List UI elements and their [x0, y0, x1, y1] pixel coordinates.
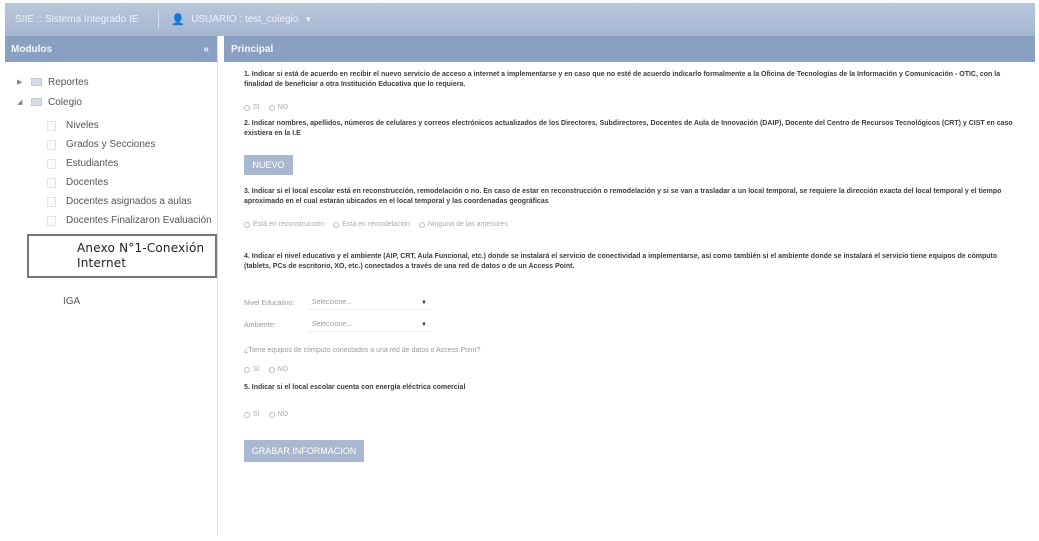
- sidebar-item-label: Estudiantes: [66, 158, 119, 169]
- dropdown-icon: ▼: [421, 321, 427, 328]
- page-icon: [47, 139, 56, 150]
- dropdown-icon: ▼: [421, 299, 427, 306]
- user-icon: 👤: [171, 14, 186, 26]
- radio-no[interactable]: [268, 104, 275, 111]
- radio-si[interactable]: [244, 104, 250, 111]
- radio-label: Está en reconstrucción: [253, 221, 325, 228]
- chevron-down-icon[interactable]: ◢: [17, 98, 27, 106]
- sidebar-item-label: Docentes Finalizaron Evaluación: [66, 215, 212, 226]
- main-header: Principal: [224, 36, 1035, 62]
- nuevo-button[interactable]: NUEVO: [244, 155, 293, 175]
- page-icon: [47, 158, 56, 169]
- sidebar: Modulos « ▶ Reportes ◢ Colegio Niveles G…: [5, 36, 218, 536]
- app-title[interactable]: SIIE :: Sistema Integrado IE: [15, 14, 138, 25]
- form-content: 1. Indicar si está de acuerdo en recibir…: [224, 62, 1035, 462]
- radio-label: NO: [277, 411, 289, 418]
- sidebar-item-estudiantes[interactable]: Estudiantes: [5, 154, 217, 173]
- ambiente-value: Seleccione...: [312, 321, 353, 328]
- chevron-right-icon[interactable]: ▶: [17, 78, 27, 86]
- ambiente-row: Ambiente: Seleccione... ▼: [244, 316, 1021, 334]
- radio-no[interactable]: [268, 411, 275, 418]
- q3-radio-group: Está en reconstrucción Está en remodelac…: [244, 221, 1021, 228]
- sidebar-item-label: IGA: [63, 296, 81, 307]
- sidebar-item-grados[interactable]: Grados y Secciones: [5, 135, 217, 154]
- radio-si[interactable]: [244, 411, 250, 418]
- sidebar-item-docentes-aulas[interactable]: Docentes asignados a aulas: [5, 192, 217, 211]
- folder-icon: [31, 78, 42, 86]
- tree-node-label: Reportes: [48, 76, 89, 88]
- radio-label: Está en remodelación: [342, 221, 410, 228]
- page-icon: [47, 215, 56, 226]
- radio-ninguna[interactable]: [418, 221, 425, 228]
- chevron-down-icon[interactable]: ▼: [304, 15, 312, 24]
- sidebar-item-label: Niveles: [66, 120, 99, 131]
- radio-remodelacion[interactable]: [333, 221, 340, 228]
- question-3: 3. Indicar si el local escolar está en r…: [244, 188, 1002, 205]
- q4b-radio-group: SI NO: [244, 366, 1021, 373]
- page-icon: [47, 196, 56, 207]
- question-5: 5. Indicar si el local escolar cuenta co…: [244, 384, 466, 391]
- sidebar-item-docentes-evaluacion[interactable]: Docentes Finalizaron Evaluación: [5, 211, 217, 230]
- ambiente-select[interactable]: Seleccione... ▼: [308, 318, 431, 332]
- sidebar-item-label: Docentes: [66, 177, 109, 188]
- radio-label: NO: [277, 366, 289, 373]
- collapse-icon[interactable]: «: [203, 44, 209, 55]
- q5-radio-group: SI NO: [244, 411, 1021, 418]
- radio-label: SI: [253, 411, 260, 418]
- tree-node-label: Colegio: [48, 96, 82, 108]
- sidebar-item-label: Anexo N°1-Conexión Internet: [77, 241, 205, 270]
- radio-label: Ninguna de las anteriores: [427, 221, 508, 228]
- nivel-label: Nivel Educativo:: [244, 299, 295, 307]
- user-menu[interactable]: USUARIO : test_colegio: [191, 14, 298, 25]
- radio-si[interactable]: [244, 366, 250, 373]
- top-bar: SIIE :: Sistema Integrado IE 👤 USUARIO :…: [5, 3, 1035, 36]
- tree-node-reportes[interactable]: ▶ Reportes: [5, 72, 217, 92]
- question-4b: ¿Tiene equipos de cómputo conectados a u…: [244, 347, 481, 354]
- folder-icon: [31, 98, 42, 106]
- page-icon: [47, 177, 56, 188]
- sidebar-item-label: Docentes asignados a aulas: [66, 196, 192, 207]
- sidebar-header: Modulos «: [5, 36, 217, 62]
- nivel-select[interactable]: Seleccione... ▼: [308, 296, 431, 310]
- q4-fields: Nivel Educativo: Seleccione... ▼ Ambient…: [244, 294, 1021, 334]
- question-2: 2. Indicar nombres, apellidos, números d…: [244, 120, 1013, 137]
- radio-reconstruccion[interactable]: [244, 221, 250, 228]
- radio-label: SI: [253, 366, 260, 373]
- nivel-row: Nivel Educativo: Seleccione... ▼: [244, 294, 1021, 312]
- ambiente-label: Ambiente:: [244, 321, 276, 329]
- q1-radio-group: SI NO: [244, 104, 1021, 111]
- divider: [158, 10, 160, 29]
- question-4: 4. Indicar el nivel educativo y el ambie…: [244, 253, 998, 270]
- sidebar-item-niveles[interactable]: Niveles: [5, 116, 217, 135]
- sidebar-item-iga[interactable]: IGA: [5, 292, 217, 311]
- radio-label: SI: [253, 104, 260, 111]
- question-1: 1. Indicar si está de acuerdo en recibir…: [244, 71, 1001, 88]
- sidebar-item-anexo-conexion[interactable]: Anexo N°1-Conexión Internet: [27, 234, 217, 278]
- page-title: Principal: [231, 43, 274, 55]
- sidebar-item-label: Grados y Secciones: [66, 139, 156, 150]
- save-button[interactable]: GRABAR INFORMACION: [244, 440, 364, 462]
- radio-label: NO: [277, 104, 289, 111]
- main-panel: Principal 1. Indicar si está de acuerdo …: [224, 36, 1035, 536]
- sidebar-title: Modulos: [11, 43, 53, 55]
- module-tree: ▶ Reportes ◢ Colegio Niveles Grados y Se…: [5, 62, 217, 311]
- sidebar-item-docentes[interactable]: Docentes: [5, 173, 217, 192]
- tree-node-colegio[interactable]: ◢ Colegio: [5, 92, 217, 112]
- radio-no[interactable]: [268, 366, 275, 373]
- nivel-value: Seleccione...: [312, 299, 353, 306]
- page-icon: [47, 120, 56, 131]
